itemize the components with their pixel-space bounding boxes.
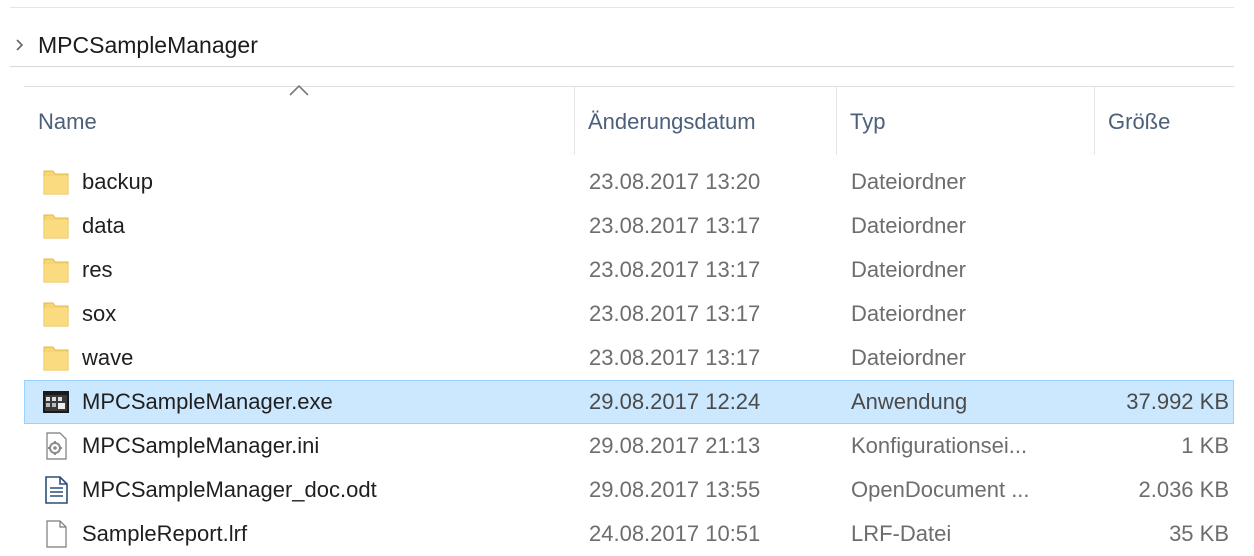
sort-ascending-icon — [289, 84, 309, 96]
file-row-selected[interactable]: MPCSampleManager.exe 29.08.2017 12:24 An… — [24, 380, 1234, 424]
file-date: 23.08.2017 13:17 — [589, 257, 761, 282]
folder-icon — [43, 346, 69, 371]
column-divider[interactable] — [574, 87, 575, 155]
column-header-row: Name Änderungsdatum Typ Größe — [24, 84, 1234, 155]
file-name: MPCSampleManager.ini — [82, 433, 320, 458]
column-header-type[interactable]: Typ — [850, 106, 885, 138]
column-header-size[interactable]: Größe — [1108, 106, 1170, 138]
column-header-name[interactable]: Name — [38, 106, 97, 138]
folder-icon — [43, 258, 69, 283]
file-date: 23.08.2017 13:20 — [589, 169, 761, 194]
folder-icon — [43, 170, 69, 195]
file-name: MPCSampleManager.exe — [82, 389, 333, 414]
file-size: 2.036 KB — [1138, 477, 1229, 502]
file-row[interactable]: MPCSampleManager_doc.odt 29.08.2017 13:5… — [24, 468, 1234, 512]
file-date: 29.08.2017 21:13 — [589, 433, 761, 458]
file-row[interactable]: wave 23.08.2017 13:17 Dateiordner — [24, 336, 1234, 380]
file-name: res — [82, 257, 113, 282]
file-list: backup 23.08.2017 13:20 Dateiordner data… — [24, 160, 1234, 556]
file-type: Dateiordner — [851, 257, 966, 282]
application-icon — [43, 391, 69, 413]
file-type: Dateiordner — [851, 345, 966, 370]
file-name: data — [82, 213, 125, 238]
file-name: wave — [82, 345, 134, 370]
file-date: 29.08.2017 13:55 — [589, 477, 761, 502]
file-row[interactable]: MPCSampleManager.ini 29.08.2017 21:13 Ko… — [24, 424, 1234, 468]
window-top-divider — [10, 7, 1234, 8]
file-date: 23.08.2017 13:17 — [589, 345, 761, 370]
document-icon — [45, 476, 68, 504]
column-divider[interactable] — [1094, 87, 1095, 155]
column-divider[interactable] — [836, 87, 837, 155]
file-row[interactable]: res 23.08.2017 13:17 Dateiordner — [24, 248, 1234, 292]
file-type: OpenDocument ... — [851, 477, 1030, 502]
column-header-date[interactable]: Änderungsdatum — [588, 106, 756, 138]
chevron-right-icon[interactable] — [10, 39, 30, 51]
file-row[interactable]: backup 23.08.2017 13:20 Dateiordner — [24, 160, 1234, 204]
file-type: Dateiordner — [851, 169, 966, 194]
file-date: 29.08.2017 12:24 — [589, 389, 761, 414]
file-date: 23.08.2017 13:17 — [589, 213, 761, 238]
file-size: 37.992 KB — [1126, 389, 1229, 414]
file-row[interactable]: data 23.08.2017 13:17 Dateiordner — [24, 204, 1234, 248]
file-name: MPCSampleManager_doc.odt — [82, 477, 377, 502]
address-bar[interactable]: MPCSampleManager — [10, 24, 1234, 67]
breadcrumb-item-mpcsamplemanager[interactable]: MPCSampleManager — [38, 32, 258, 59]
file-type: Konfigurationsei... — [851, 433, 1028, 458]
blank-file-icon — [46, 520, 67, 548]
file-date: 23.08.2017 13:17 — [589, 301, 761, 326]
file-size: 1 KB — [1181, 433, 1229, 458]
file-name: sox — [82, 301, 117, 326]
file-row[interactable]: sox 23.08.2017 13:17 Dateiordner — [24, 292, 1234, 336]
file-name: backup — [82, 169, 153, 194]
folder-icon — [43, 214, 69, 239]
file-type: Dateiordner — [851, 301, 966, 326]
file-type: Dateiordner — [851, 213, 966, 238]
settings-file-icon — [46, 432, 67, 460]
file-type: Anwendung — [851, 389, 968, 414]
file-row[interactable]: SampleReport.lrf 24.08.2017 10:51 LRF-Da… — [24, 512, 1234, 556]
folder-icon — [43, 302, 69, 327]
